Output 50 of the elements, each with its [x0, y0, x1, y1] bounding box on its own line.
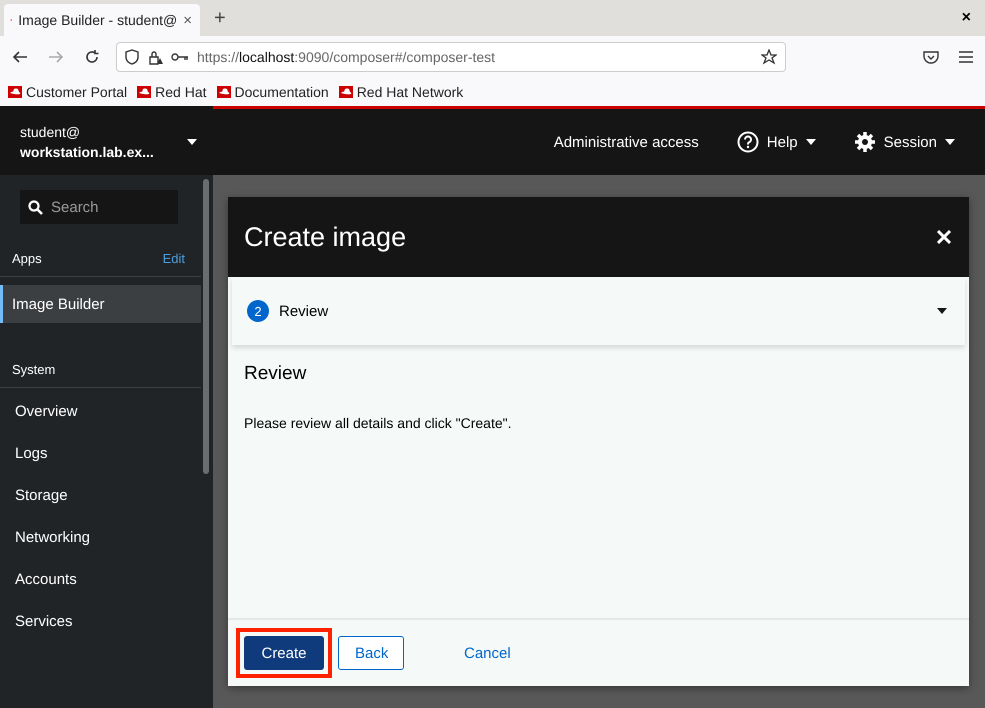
close-window-button[interactable]: ×	[962, 9, 971, 27]
nav-item[interactable]: Overview	[0, 392, 201, 430]
menu-icon[interactable]	[959, 51, 973, 63]
browser-tab[interactable]: Image Builder - student@ ×	[4, 4, 200, 36]
caret-icon	[937, 308, 947, 314]
gear-icon	[854, 131, 876, 153]
url-text: https://localhost:9090/composer#/composer-test	[197, 49, 496, 65]
nav-item[interactable]: Networking	[0, 518, 201, 556]
back-icon[interactable]	[12, 50, 28, 64]
cancel-link[interactable]: Cancel	[448, 636, 527, 670]
pocket-icon[interactable]	[923, 50, 939, 64]
key-icon	[171, 52, 189, 62]
shield-icon	[125, 49, 139, 65]
lock-warning-icon	[147, 49, 163, 65]
back-button[interactable]: Back	[338, 636, 404, 670]
instruction-text: Please review all details and click "Create".	[244, 415, 513, 431]
bookmark-link[interactable]: Documentation	[216, 84, 329, 100]
reload-icon[interactable]	[84, 49, 100, 65]
search-field[interactable]: Search	[20, 190, 178, 224]
new-tab-button[interactable]: +	[214, 6, 226, 30]
nav-item[interactable]: Image Builder	[0, 285, 201, 323]
help-icon	[736, 131, 759, 153]
bookmark-link[interactable]: Customer Portal	[8, 84, 128, 100]
host-switcher[interactable]: student@ workstation.lab.ex...	[0, 109, 213, 175]
caret-icon	[945, 139, 955, 145]
help-menu[interactable]: Help	[736, 131, 816, 153]
bookmark-link[interactable]: Red Hat Network	[338, 84, 464, 100]
star-icon[interactable]	[761, 49, 777, 65]
search-icon	[28, 200, 43, 215]
scrollbar-thumb[interactable]	[203, 179, 209, 474]
nav-item[interactable]: Logs	[0, 434, 201, 472]
nav-item[interactable]: Services	[0, 602, 201, 640]
address-bar[interactable]: https://localhost:9090/composer#/composer-test	[116, 42, 786, 72]
section-label: Apps	[12, 250, 42, 266]
bookmark-link[interactable]: Red Hat	[137, 84, 207, 100]
session-menu[interactable]: Session	[854, 131, 955, 153]
caret-icon	[187, 139, 197, 145]
edit-link[interactable]: Edit	[162, 250, 185, 266]
caret-icon	[806, 139, 816, 145]
tab-title: Image Builder - student@	[18, 12, 178, 28]
nav-item[interactable]: Accounts	[0, 560, 201, 598]
section-label: System	[12, 362, 56, 376]
close-icon[interactable]	[937, 230, 951, 244]
wizard-step-toggle[interactable]: 2 Review	[232, 277, 965, 345]
dialog-title: Create image	[244, 222, 406, 252]
nav-item[interactable]: Storage	[0, 476, 201, 514]
create-button[interactable]: Create	[244, 636, 324, 670]
admin-access-button[interactable]: Administrative access	[554, 134, 699, 150]
section-heading: Review	[244, 363, 308, 385]
close-tab-button[interactable]: ×	[183, 12, 192, 28]
